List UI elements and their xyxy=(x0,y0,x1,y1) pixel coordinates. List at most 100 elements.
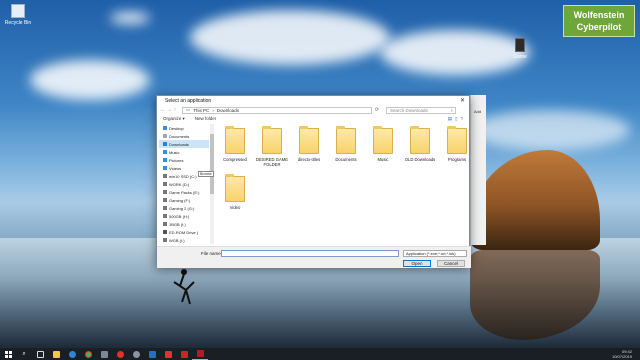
nav-item[interactable]: Documents xyxy=(159,132,209,140)
folder-icon xyxy=(225,174,245,202)
nav-item[interactable]: Gaming 2 (G:) xyxy=(159,204,209,212)
system-clock[interactable]: 09:42 10/07/2019 xyxy=(612,349,640,359)
nav-item[interactable]: 500GB (H:) xyxy=(159,212,209,220)
this-pc-icon: ▭ xyxy=(186,107,191,112)
address-field[interactable]: ▭ This PC › Downloads xyxy=(182,106,372,114)
drive-icon xyxy=(163,174,167,178)
folder-icon xyxy=(447,126,467,154)
cloud xyxy=(470,110,630,150)
nav-item-label: Gaming 2 (G:) xyxy=(169,205,195,211)
nav-item[interactable]: Desktop xyxy=(159,124,209,132)
nav-item-label: Documents xyxy=(169,133,190,139)
breadcrumb-downloads[interactable]: Downloads xyxy=(217,108,239,113)
refresh-icon[interactable]: ⟳ xyxy=(374,107,380,113)
start-button[interactable] xyxy=(0,348,16,360)
nav-item[interactable]: Music xyxy=(159,148,209,156)
background-window: Add xyxy=(470,95,486,245)
drive-icon xyxy=(163,190,167,194)
view-options-icon[interactable]: ▤ xyxy=(448,116,452,122)
folder-label: DESIRED GAME FOLDER xyxy=(255,157,289,167)
scrollbar-thumb[interactable] xyxy=(210,134,214,194)
folder-item[interactable]: OLD Downloads xyxy=(402,126,438,162)
chrome-icon[interactable] xyxy=(80,348,96,360)
nav-item[interactable]: Downloads xyxy=(159,140,209,148)
active-app-icon[interactable] xyxy=(192,348,208,360)
help-icon[interactable]: ? xyxy=(460,116,463,122)
folder-item[interactable]: Video xyxy=(217,174,253,210)
edge-icon[interactable] xyxy=(64,348,80,360)
navigation-scrollbar[interactable] xyxy=(210,124,214,244)
dialog-title: Select an application xyxy=(165,98,212,104)
folder-item[interactable]: directx-titles xyxy=(291,126,327,162)
open-button[interactable]: Open xyxy=(403,260,431,267)
up-arrow-icon[interactable]: ↑ xyxy=(172,107,178,113)
nav-item[interactable]: Game Packs (E:) xyxy=(159,188,209,196)
nav-item[interactable]: Gaming (F:) xyxy=(159,196,209,204)
taskbar: ⌕ 09:42 10/07/2019 xyxy=(0,348,640,360)
folder-label: directx-titles xyxy=(297,157,321,162)
channel-brand-logo: Wolfenstein Cyberpilot xyxy=(563,5,635,37)
desktop-icon-game[interactable]: Game xyxy=(502,38,538,60)
search-taskbar-icon[interactable]: ⌕ xyxy=(16,348,32,360)
pictures-icon xyxy=(163,158,167,162)
windows-logo-icon xyxy=(4,350,12,358)
preview-pane-icon[interactable]: ▯ xyxy=(455,116,457,122)
folder-label: Documents xyxy=(335,157,357,162)
nav-item[interactable]: ED-ROM Drive ( xyxy=(159,228,209,236)
folder-icon xyxy=(336,126,356,154)
drive-icon xyxy=(163,238,167,242)
recorder-icon[interactable] xyxy=(176,348,192,360)
task-view-icon[interactable] xyxy=(32,348,48,360)
folder-item[interactable]: Documents xyxy=(328,126,364,162)
file-list-area: Compressed DESIRED GAME FOLDER directx-tit… xyxy=(217,126,467,243)
folder-icon xyxy=(410,126,430,154)
folder-label: OLD Downloads xyxy=(404,157,436,162)
nav-item-label: WORK (D:) xyxy=(169,181,190,187)
folder-item[interactable]: Programs xyxy=(439,126,475,162)
red-app-icon[interactable] xyxy=(160,348,176,360)
desktop-icon-recycle-bin[interactable]: Recycle Bin xyxy=(0,4,36,26)
folder-label: Programs xyxy=(447,157,467,162)
opera-icon[interactable] xyxy=(112,348,128,360)
folder-item[interactable]: Compressed xyxy=(217,126,253,162)
nav-item-label: WGB (I:) xyxy=(169,237,185,243)
nav-item[interactable]: WGB (I:) xyxy=(159,236,209,244)
app-icon[interactable] xyxy=(144,348,160,360)
close-icon[interactable]: ✕ xyxy=(460,97,465,104)
organize-button[interactable]: Organize ▾ xyxy=(163,116,185,122)
select-application-dialog: Select an application ✕ ← → ↑ ▭ This PC … xyxy=(156,95,471,268)
music-icon xyxy=(163,150,167,154)
file-explorer-icon[interactable] xyxy=(48,348,64,360)
file-type-select[interactable]: Application (*.exe;*.url;*.lnk) xyxy=(403,250,467,257)
drive-icon xyxy=(163,214,167,218)
nav-item-label: Music xyxy=(169,149,180,155)
breadcrumb-this-pc[interactable]: This PC xyxy=(193,108,209,113)
drive-icon xyxy=(163,182,167,186)
search-input[interactable]: Search Downloads ⌕ xyxy=(386,106,456,114)
address-bar-row: ← → ↑ ▭ This PC › Downloads ⟳ Search Dow… xyxy=(160,106,468,114)
nav-item-label: Game Packs (E:) xyxy=(169,189,200,195)
cancel-button[interactable]: Cancel xyxy=(437,260,465,267)
dialog-toolbar: Organize ▾ New folder ▤ ▯ ? xyxy=(163,116,463,122)
nav-item-label: win10 SSD (C:) xyxy=(169,173,197,179)
file-name-field[interactable] xyxy=(221,250,399,257)
drive-icon xyxy=(163,222,167,226)
nav-item-label: Desktop xyxy=(169,125,184,131)
nav-item-label: Videos xyxy=(169,165,182,171)
dialog-titlebar: Select an application ✕ xyxy=(157,96,469,105)
drive-icon xyxy=(163,206,167,210)
cloud xyxy=(190,10,390,65)
steam-icon[interactable] xyxy=(128,348,144,360)
search-icon: ⌕ xyxy=(450,107,453,113)
nav-item[interactable]: 1BGB (I:) xyxy=(159,220,209,228)
media-player-icon[interactable] xyxy=(96,348,112,360)
new-folder-button[interactable]: New folder xyxy=(195,116,217,122)
folder-item[interactable]: Music xyxy=(365,126,401,162)
nav-item[interactable]: Pictures xyxy=(159,156,209,164)
nav-item[interactable]: WORK (D:) xyxy=(159,180,209,188)
folder-item[interactable]: DESIRED GAME FOLDER xyxy=(254,126,290,167)
nav-item-label: Gaming (F:) xyxy=(169,197,191,203)
dialog-footer: File name: Application (*.exe;*.url;*.ln… xyxy=(157,246,471,268)
nav-item-label: Downloads xyxy=(169,141,189,147)
recycle-bin-icon xyxy=(11,4,25,18)
